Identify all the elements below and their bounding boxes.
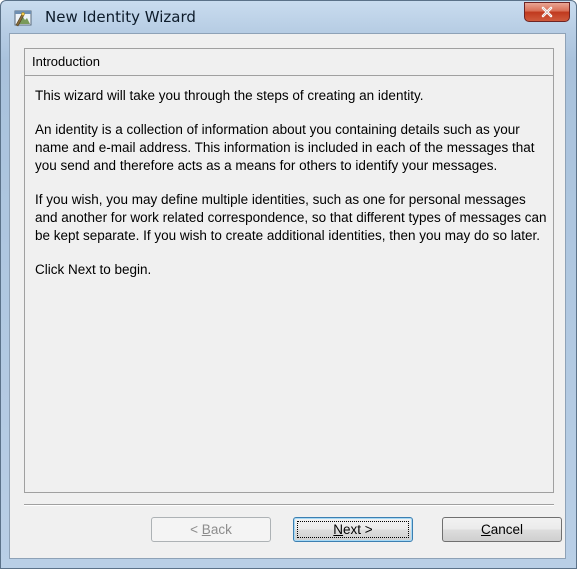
cancel-button[interactable]: Cancel bbox=[442, 517, 562, 542]
window-title: New Identity Wizard bbox=[45, 8, 196, 26]
page-body: This wizard will take you through the st… bbox=[35, 87, 547, 295]
wizard-client-area: Introduction This wizard will take you t… bbox=[9, 33, 566, 559]
next-button[interactable]: Next > bbox=[293, 517, 413, 542]
page-title: Introduction bbox=[32, 54, 100, 69]
identity-definition-paragraph: An identity is a collection of informati… bbox=[35, 122, 535, 173]
next-button-accelerator: N bbox=[333, 522, 344, 537]
close-icon bbox=[540, 5, 554, 19]
button-separator bbox=[24, 504, 554, 506]
back-button[interactable]: < Back bbox=[151, 517, 271, 542]
cancel-button-accelerator: C bbox=[480, 522, 491, 537]
page-header: Introduction bbox=[25, 49, 553, 76]
wizard-window: New Identity Wizard Introduction This wi… bbox=[0, 0, 577, 569]
next-button-label-rest: ext > bbox=[343, 522, 373, 537]
intro-paragraph: This wizard will take you through the st… bbox=[35, 88, 424, 103]
back-button-label-rest: ack bbox=[210, 522, 232, 537]
wizard-page-frame: Introduction This wizard will take you t… bbox=[24, 48, 554, 493]
title-bar[interactable]: New Identity Wizard bbox=[1, 1, 576, 33]
back-button-accelerator: B bbox=[201, 522, 211, 537]
begin-instruction-paragraph: Click Next to begin. bbox=[35, 262, 152, 277]
close-button[interactable] bbox=[524, 2, 570, 22]
cancel-button-label-rest: ancel bbox=[490, 522, 524, 537]
identity-wizard-icon bbox=[13, 8, 33, 28]
multiple-identities-paragraph: If you wish, you may define multiple ide… bbox=[35, 192, 547, 243]
back-button-prefix: < bbox=[190, 522, 202, 537]
